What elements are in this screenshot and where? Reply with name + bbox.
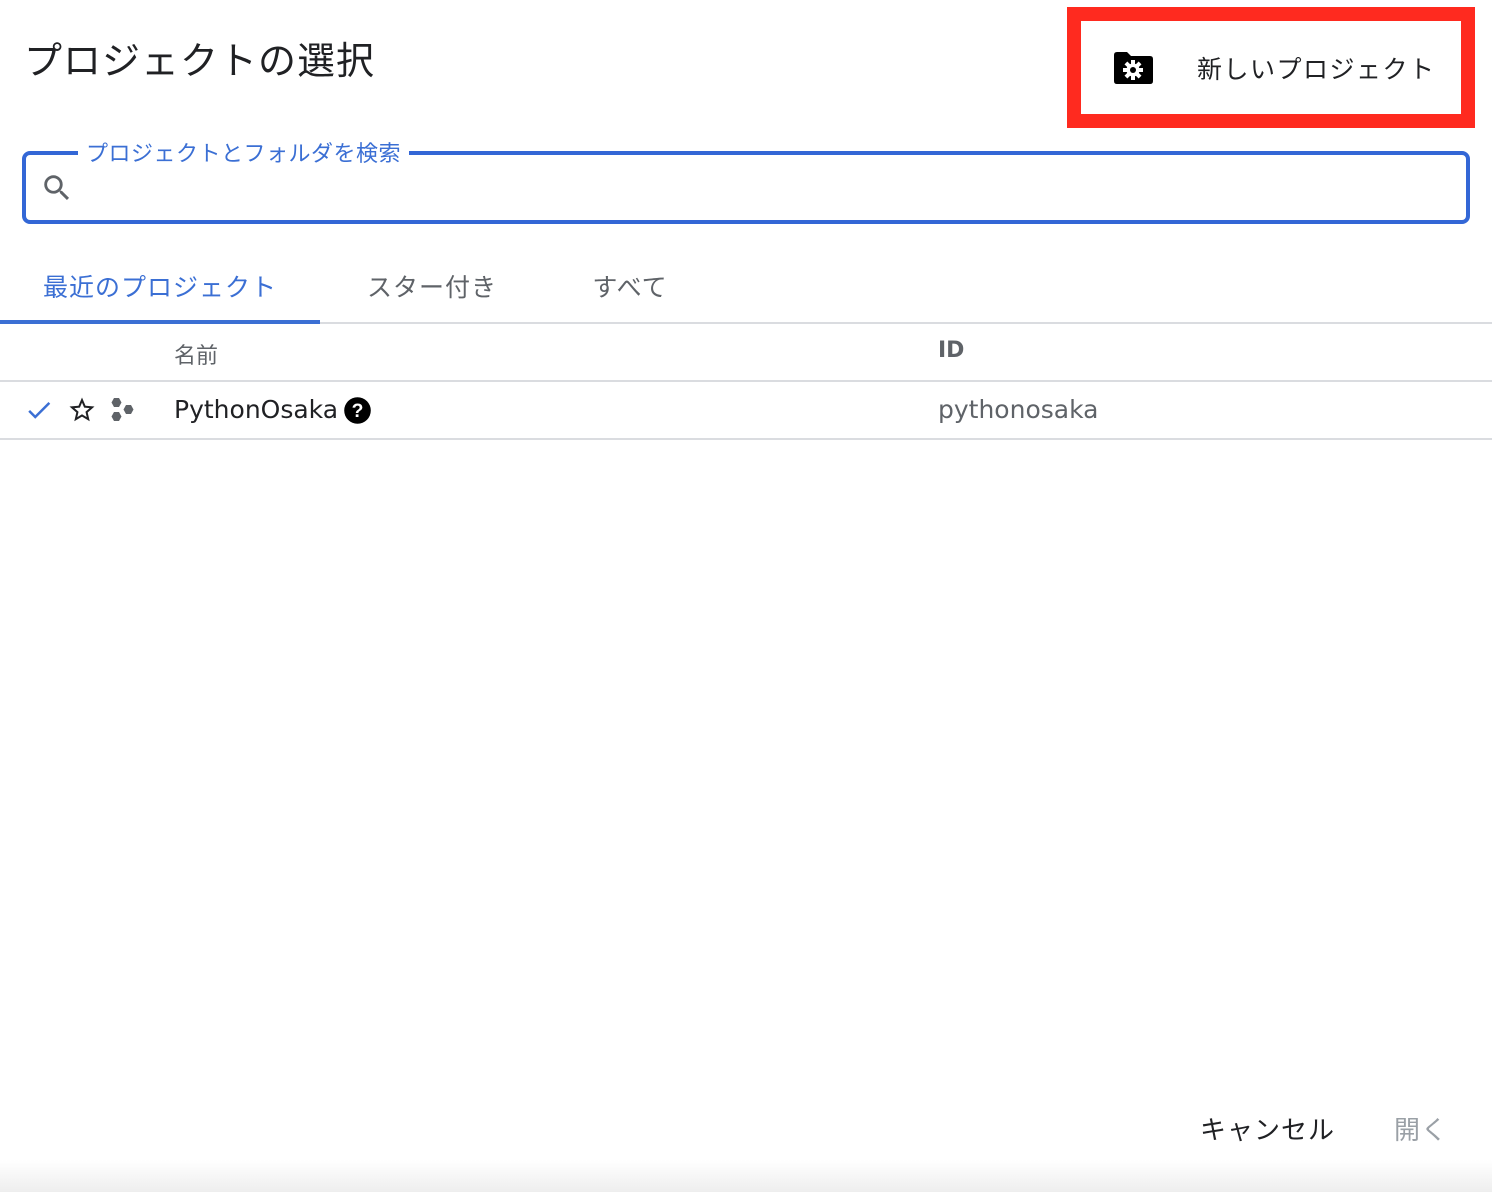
- project-name: PythonOsaka: [174, 395, 339, 424]
- tab-starred[interactable]: スター付き: [340, 250, 524, 322]
- tab-bar: 最近のプロジェクト スター付き すべて: [0, 250, 1492, 324]
- search-label: プロジェクトとフォルダを検索: [78, 136, 410, 168]
- open-button[interactable]: 開く: [1394, 1110, 1448, 1147]
- check-icon: [24, 395, 54, 425]
- folder-settings-icon: [1111, 50, 1155, 86]
- tab-all[interactable]: すべて: [560, 250, 700, 322]
- project-id: pythonosaka: [938, 395, 1099, 424]
- help-icon[interactable]: ?: [343, 396, 372, 425]
- dialog-title: プロジェクトの選択: [24, 39, 376, 83]
- bottom-shadow: [0, 1160, 1492, 1192]
- star-outline-icon[interactable]: [67, 395, 97, 425]
- search-field: プロジェクトとフォルダを検索: [22, 136, 1470, 224]
- search-icon: [40, 171, 74, 205]
- new-project-label: 新しいプロジェクト: [1197, 54, 1436, 84]
- project-hexagon-icon: [108, 395, 138, 425]
- table-header: 名前 ID: [0, 324, 1492, 382]
- column-header-name[interactable]: 名前: [174, 338, 218, 370]
- new-project-button[interactable]: 新しいプロジェクト: [1081, 21, 1461, 114]
- cancel-button[interactable]: キャンセル: [1200, 1110, 1335, 1147]
- svg-text:?: ?: [352, 401, 364, 422]
- search-input[interactable]: [86, 165, 1450, 211]
- table-row[interactable]: PythonOsaka ? pythonosaka: [0, 382, 1492, 440]
- column-header-id[interactable]: ID: [938, 338, 964, 363]
- tab-recent-projects[interactable]: 最近のプロジェクト: [0, 250, 320, 324]
